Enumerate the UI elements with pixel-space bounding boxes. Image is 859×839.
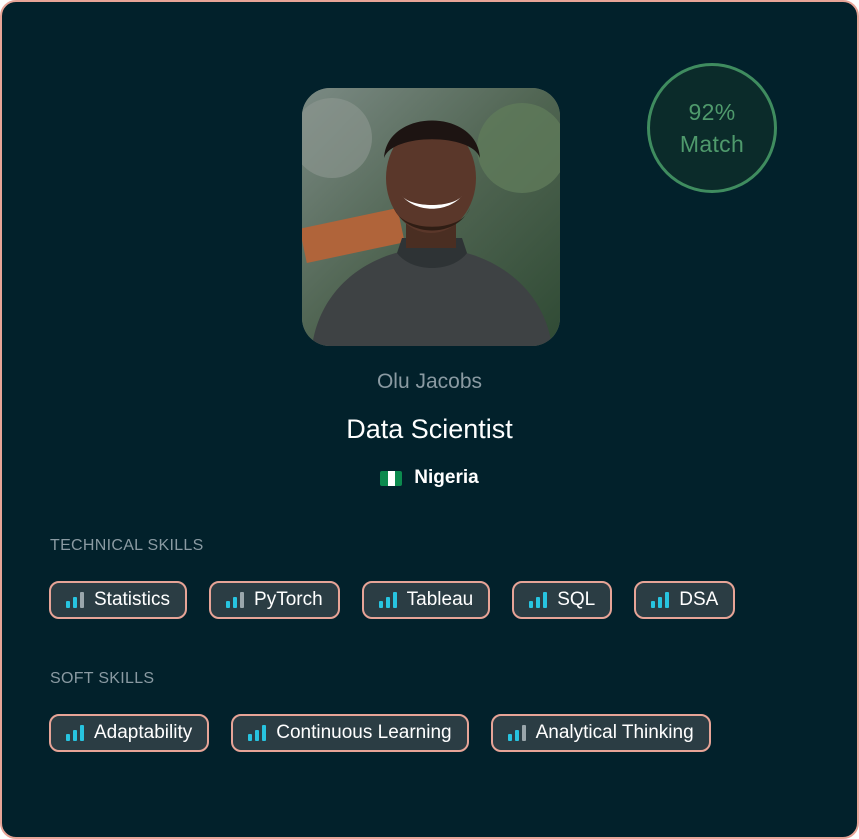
skill-label: Tableau [406, 589, 474, 610]
skill-label: Continuous Learning [276, 722, 452, 743]
candidate-location: Nigeria [2, 467, 857, 489]
skill-level-icon [529, 592, 548, 608]
skill-chip-sql[interactable]: SQL [512, 581, 613, 619]
match-label: Match [679, 131, 745, 157]
skill-label: Adaptability [94, 722, 193, 743]
skill-label: Analytical Thinking [535, 722, 694, 743]
country-label: Nigeria [414, 467, 479, 488]
skill-chip-statistics[interactable]: Statistics [49, 581, 188, 619]
skill-label: DSA [679, 589, 719, 610]
skill-level-icon [66, 592, 84, 608]
soft-skills-list: Adaptability Continuous Learning Analyti… [49, 714, 711, 752]
skill-level-icon [66, 725, 84, 741]
match-score-badge: 92% Match [647, 63, 777, 193]
skill-level-icon [226, 592, 245, 608]
skill-chip-dsa[interactable]: DSA [634, 581, 736, 619]
skill-level-icon [651, 592, 670, 608]
skill-chip-continuous-learning[interactable]: Continuous Learning [231, 714, 469, 752]
candidate-name: Olu Jacobs [376, 370, 483, 393]
soft-skills-heading: SOFT SKILLS [50, 670, 155, 687]
skill-level-icon [507, 725, 526, 741]
skill-chip-analytical-thinking[interactable]: Analytical Thinking [490, 714, 711, 752]
skill-chip-tableau[interactable]: Tableau [361, 581, 491, 619]
skill-label: PyTorch [254, 589, 323, 610]
skill-chip-pytorch[interactable]: PyTorch [209, 581, 340, 619]
candidate-role: Data Scientist [346, 414, 513, 444]
match-percent: 92% [688, 99, 736, 125]
technical-skills-list: Statistics PyTorch Tableau SQL DSA [49, 581, 736, 619]
skill-level-icon [378, 592, 397, 608]
skill-level-icon [248, 725, 267, 741]
skill-chip-adaptability[interactable]: Adaptability [49, 714, 210, 752]
technical-skills-heading: TECHNICAL SKILLS [50, 537, 204, 554]
nigeria-flag-icon [380, 470, 403, 486]
candidate-card: 92% Match Olu Jacobs Data Scientist Nige… [0, 0, 859, 839]
skill-label: SQL [557, 589, 596, 610]
candidate-photo [302, 88, 560, 346]
skill-label: Statistics [94, 589, 171, 610]
